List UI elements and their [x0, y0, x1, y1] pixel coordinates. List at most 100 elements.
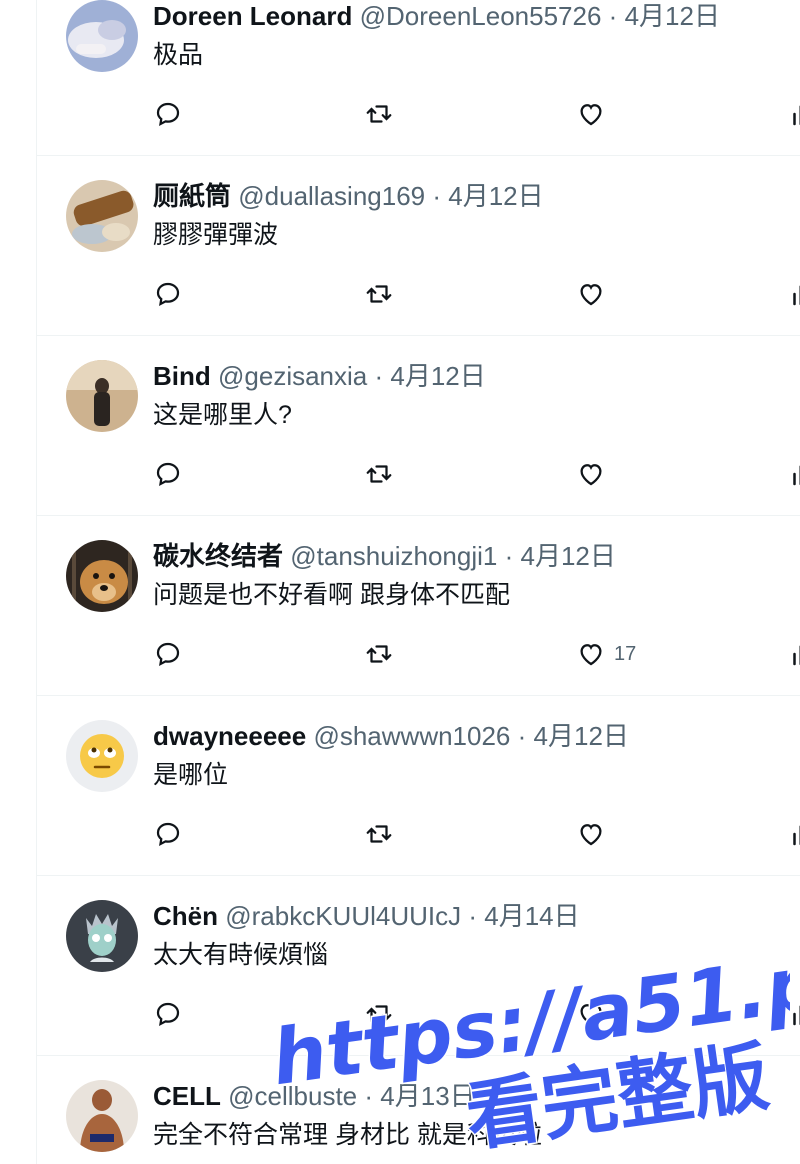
- action-bar: [37, 814, 800, 854]
- reply-item[interactable]: 碳水终结者 @tanshuizhongji1 · 4月12日 问题是也不好看啊 …: [37, 516, 800, 696]
- retweet-button[interactable]: [364, 814, 394, 854]
- display-name[interactable]: 厕紙筒: [153, 181, 231, 211]
- like-button[interactable]: [576, 814, 614, 854]
- display-name[interactable]: Doreen Leonard: [153, 1, 352, 31]
- retweet-button[interactable]: [364, 94, 394, 134]
- retweet-button[interactable]: [364, 994, 394, 1034]
- avatar[interactable]: [66, 720, 138, 792]
- reply-icon: [153, 999, 183, 1029]
- action-bar: [37, 94, 800, 134]
- user-handle[interactable]: @duallasing169: [238, 181, 425, 211]
- retweet-button[interactable]: [364, 454, 394, 494]
- avatar[interactable]: [66, 1080, 138, 1152]
- retweet-icon: [364, 639, 394, 669]
- reply-button[interactable]: [153, 454, 183, 494]
- action-bar: [37, 994, 800, 1034]
- reply-header: CELL @cellbuste · 4月13日: [153, 1079, 476, 1113]
- like-button[interactable]: [576, 94, 614, 134]
- reply-date[interactable]: 4月12日: [448, 181, 543, 211]
- reply-date[interactable]: 4月13日: [380, 1081, 475, 1111]
- reply-item[interactable]: dwayneeeee @shawwwn1026 · 4月12日 是哪位: [37, 696, 800, 876]
- display-name[interactable]: dwayneeeee: [153, 721, 306, 751]
- reply-header: 碳水终结者 @tanshuizhongji1 · 4月12日: [153, 539, 616, 573]
- action-bar: [37, 274, 800, 314]
- separator-dot: ·: [468, 901, 478, 931]
- reply-date[interactable]: 4月14日: [484, 901, 579, 931]
- views-button[interactable]: [787, 274, 800, 314]
- reply-header: Doreen Leonard @DoreenLeon55726 · 4月12日: [153, 0, 720, 33]
- reply-button[interactable]: [153, 634, 183, 674]
- user-handle[interactable]: @DoreenLeon55726: [360, 1, 602, 31]
- reply-icon: [153, 99, 183, 129]
- retweet-button[interactable]: [364, 274, 394, 314]
- reply-icon: [153, 279, 183, 309]
- reply-button[interactable]: [153, 274, 183, 314]
- views-button[interactable]: [787, 454, 800, 494]
- heart-icon: [576, 639, 606, 669]
- avatar[interactable]: [66, 360, 138, 432]
- like-button[interactable]: [576, 454, 614, 494]
- reply-item[interactable]: CELL @cellbuste · 4月13日 完全不符合常理 身材比 就是科技…: [37, 1056, 800, 1164]
- like-button[interactable]: [576, 274, 614, 314]
- retweet-button[interactable]: [364, 634, 394, 674]
- separator-dot: ·: [374, 361, 384, 391]
- user-handle[interactable]: @rabkcKUUl4UUIcJ: [225, 901, 461, 931]
- reply-date[interactable]: 4月12日: [520, 541, 615, 571]
- user-handle[interactable]: @shawwwn1026: [313, 721, 510, 751]
- views-bar-icon: [787, 99, 800, 129]
- user-handle[interactable]: @cellbuste: [228, 1081, 357, 1111]
- reply-icon: [153, 819, 183, 849]
- display-name[interactable]: Chën: [153, 901, 218, 931]
- views-bar-icon: [787, 819, 800, 849]
- reply-item[interactable]: 厕紙筒 @duallasing169 · 4月12日 膠膠彈彈波: [37, 156, 800, 336]
- views-button[interactable]: [787, 814, 800, 854]
- avatar[interactable]: [66, 180, 138, 252]
- heart-icon: [576, 99, 606, 129]
- reply-header: Chën @rabkcKUUl4UUIcJ · 4月14日: [153, 899, 580, 933]
- like-button[interactable]: [576, 994, 614, 1034]
- user-handle[interactable]: @gezisanxia: [218, 361, 367, 391]
- avatar[interactable]: [66, 0, 138, 72]
- heart-icon: [576, 459, 606, 489]
- reply-text: 是哪位: [153, 761, 229, 789]
- reply-text: 完全不符合常理 身材比 就是科技啦: [153, 1121, 542, 1149]
- avatar[interactable]: [66, 900, 138, 972]
- reply-text: 这是哪里人?: [153, 401, 292, 429]
- reply-button[interactable]: [153, 814, 183, 854]
- retweet-icon: [364, 459, 394, 489]
- reply-item[interactable]: Doreen Leonard @DoreenLeon55726 · 4月12日 …: [37, 0, 800, 156]
- separator-dot: ·: [364, 1081, 374, 1111]
- display-name[interactable]: 碳水终结者: [153, 541, 283, 571]
- retweet-icon: [364, 819, 394, 849]
- retweet-icon: [364, 99, 394, 129]
- user-handle[interactable]: @tanshuizhongji1: [290, 541, 497, 571]
- reply-date[interactable]: 4月12日: [625, 1, 720, 31]
- like-count: 17: [614, 642, 637, 665]
- reply-feed: Doreen Leonard @DoreenLeon55726 · 4月12日 …: [0, 0, 800, 1164]
- reply-text: 太大有時候煩惱: [153, 941, 329, 969]
- reply-text: 极品: [153, 41, 204, 69]
- retweet-icon: [364, 279, 394, 309]
- views-button[interactable]: [787, 994, 800, 1034]
- separator-dot: ·: [608, 1, 618, 31]
- views-button[interactable]: [787, 94, 800, 134]
- reply-item[interactable]: Chën @rabkcKUUl4UUIcJ · 4月14日 太大有時候煩惱: [37, 876, 800, 1056]
- reply-button[interactable]: [153, 94, 183, 134]
- avatar[interactable]: [66, 540, 138, 612]
- separator-dot: ·: [432, 181, 442, 211]
- reply-header: dwayneeeee @shawwwn1026 · 4月12日: [153, 719, 629, 753]
- reply-item[interactable]: Bind @gezisanxia · 4月12日 这是哪里人?: [37, 336, 800, 516]
- views-button[interactable]: [787, 634, 800, 674]
- reply-date[interactable]: 4月12日: [534, 721, 629, 751]
- heart-icon: [576, 819, 606, 849]
- reply-date[interactable]: 4月12日: [390, 361, 485, 391]
- reply-text: 问题是也不好看啊 跟身体不匹配: [153, 581, 510, 609]
- heart-icon: [576, 999, 606, 1029]
- views-bar-icon: [787, 279, 800, 309]
- display-name[interactable]: Bind: [153, 361, 211, 391]
- display-name[interactable]: CELL: [153, 1081, 221, 1111]
- views-bar-icon: [787, 459, 800, 489]
- like-button[interactable]: 17: [576, 634, 636, 674]
- reply-button[interactable]: [153, 994, 183, 1034]
- retweet-icon: [364, 999, 394, 1029]
